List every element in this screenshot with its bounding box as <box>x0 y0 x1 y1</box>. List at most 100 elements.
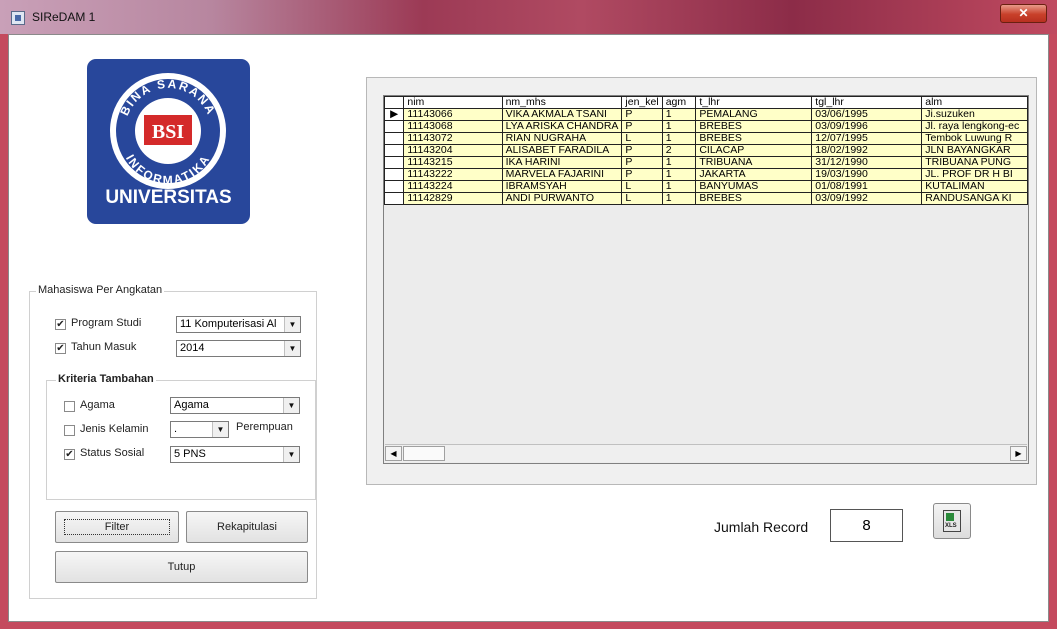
table-cell[interactable]: 12/07/1995 <box>811 132 923 145</box>
table-cell[interactable]: Tembok Luwung R <box>921 132 1028 145</box>
table-cell[interactable]: Ji.suzuken <box>921 108 1028 121</box>
table-cell[interactable]: ALISABET FARADILA <box>501 144 623 157</box>
agama-select[interactable]: Agama ▼ <box>170 397 300 414</box>
column-header-tgl-lhr[interactable]: tgl_lhr <box>811 96 923 109</box>
status-sosial-select[interactable]: 5 PNS ▼ <box>170 446 300 463</box>
table-cell[interactable]: 1 <box>661 180 697 193</box>
column-header-alm[interactable]: alm <box>921 96 1028 109</box>
table-cell[interactable]: BREBES <box>695 120 813 133</box>
column-header-agm[interactable]: agm <box>661 96 697 109</box>
table-cell[interactable]: JLN BAYANGKAR <box>921 144 1028 157</box>
table-cell[interactable]: PEMALANG <box>695 108 813 121</box>
jenis-kelamin-select[interactable]: . ▼ <box>170 421 229 438</box>
table-cell[interactable]: 03/09/1996 <box>811 120 923 133</box>
table-row[interactable]: 11143072 RIAN NUGRAHA L 1 BREBES 12/07/1995 Te… <box>384 132 1028 145</box>
chevron-down-icon[interactable]: ▼ <box>212 422 228 437</box>
chevron-down-icon[interactable]: ▼ <box>283 398 299 413</box>
table-cell[interactable]: JAKARTA <box>695 168 813 181</box>
table-row[interactable]: 11143204 ALISABET FARADILA P 2 CILACAP 18/02/… <box>384 144 1028 157</box>
table-cell[interactable]: KUTALIMAN <box>921 180 1028 193</box>
table-cell[interactable]: 11143068 <box>403 120 503 133</box>
table-cell[interactable]: 31/12/1990 <box>811 156 923 169</box>
table-cell[interactable]: 11143215 <box>403 156 503 169</box>
row-selector[interactable] <box>384 144 405 157</box>
close-button[interactable]: ✕ <box>1000 4 1047 23</box>
table-cell[interactable]: 18/02/1992 <box>811 144 923 157</box>
scrollbar-thumb[interactable] <box>403 446 445 461</box>
table-cell[interactable]: JL. PROF DR H BI <box>921 168 1028 181</box>
table-cell[interactable]: 11143224 <box>403 180 503 193</box>
table-cell[interactable]: 1 <box>661 192 697 205</box>
table-cell[interactable]: 11143066 <box>403 108 503 121</box>
horizontal-scrollbar[interactable]: ◀ ▶ <box>385 444 1027 462</box>
scroll-right-icon[interactable]: ▶ <box>1010 446 1027 461</box>
table-cell[interactable]: VIKA AKMALA TSANI <box>501 108 623 121</box>
table-row[interactable]: 11143068 LYA ARISKA CHANDRA P 1 BREBES 03/09/… <box>384 120 1028 133</box>
table-cell[interactable]: BREBES <box>695 192 813 205</box>
scroll-left-icon[interactable]: ◀ <box>385 446 402 461</box>
table-cell[interactable]: L <box>621 180 663 193</box>
chevron-down-icon[interactable]: ▼ <box>284 341 300 356</box>
table-cell[interactable]: 01/08/1991 <box>811 180 923 193</box>
table-cell[interactable]: MARVELA FAJARINI <box>501 168 623 181</box>
table-row[interactable]: 11143224 IBRAMSYAH L 1 BANYUMAS 01/08/1991 KUT… <box>384 180 1028 193</box>
column-header-nm-mhs[interactable]: nm_mhs <box>501 96 623 109</box>
table-cell[interactable]: L <box>621 192 663 205</box>
table-cell[interactable]: P <box>621 108 663 121</box>
table-cell[interactable]: 11143072 <box>403 132 503 145</box>
table-cell[interactable]: P <box>621 120 663 133</box>
row-selector[interactable] <box>384 132 405 145</box>
row-selector[interactable] <box>384 120 405 133</box>
table-row[interactable]: 11142829 ANDI PURWANTO L 1 BREBES 03/09/1992 R… <box>384 192 1028 205</box>
table-cell[interactable]: 1 <box>661 108 697 121</box>
row-selector[interactable] <box>384 192 405 205</box>
rekapitulasi-button[interactable]: Rekapitulasi <box>186 511 308 543</box>
record-count-field[interactable]: 8 <box>830 509 903 542</box>
tutup-button[interactable]: Tutup <box>55 551 308 583</box>
row-selector[interactable]: ▶ <box>384 108 405 121</box>
tahun-masuk-select[interactable]: 2014 ▼ <box>176 340 301 357</box>
table-cell[interactable]: P <box>621 156 663 169</box>
table-cell[interactable]: 1 <box>661 132 697 145</box>
column-header-nim[interactable]: nim <box>403 96 503 109</box>
chevron-down-icon[interactable]: ▼ <box>284 317 300 332</box>
table-cell[interactable]: Jl. raya lengkong-ec <box>921 120 1028 133</box>
table-cell[interactable]: P <box>621 144 663 157</box>
table-row[interactable]: 11143222 MARVELA FAJARINI P 1 JAKARTA 19/03/1… <box>384 168 1028 181</box>
table-row[interactable]: 11143215 IKA HARINI P 1 TRIBUANA 31/12/1990 TR… <box>384 156 1028 169</box>
agama-checkbox[interactable] <box>64 401 75 412</box>
table-cell[interactable]: BREBES <box>695 132 813 145</box>
row-selector[interactable] <box>384 168 405 181</box>
table-row[interactable]: ▶ 11143066 VIKA AKMALA TSANI P 1 PEMALANG 03/0… <box>384 108 1028 121</box>
table-cell[interactable]: 11142829 <box>403 192 503 205</box>
chevron-down-icon[interactable]: ▼ <box>283 447 299 462</box>
table-cell[interactable]: 1 <box>661 168 697 181</box>
filter-button[interactable]: Filter <box>55 511 179 543</box>
table-cell[interactable]: IKA HARINI <box>501 156 623 169</box>
table-cell[interactable]: RANDUSANGA KI <box>921 192 1028 205</box>
column-header-jen-kel[interactable]: jen_kel <box>621 96 663 109</box>
jenis-kelamin-checkbox[interactable] <box>64 425 75 436</box>
table-cell[interactable]: BANYUMAS <box>695 180 813 193</box>
table-cell[interactable]: TRIBUANA PUNG <box>921 156 1028 169</box>
program-studi-checkbox[interactable]: ✔ <box>55 319 66 330</box>
program-studi-select[interactable]: 11 Komputerisasi Al ▼ <box>176 316 301 333</box>
table-cell[interactable]: 19/03/1990 <box>811 168 923 181</box>
table-cell[interactable]: 03/09/1992 <box>811 192 923 205</box>
status-sosial-checkbox[interactable]: ✔ <box>64 449 75 460</box>
table-cell[interactable]: 03/06/1995 <box>811 108 923 121</box>
column-header-t-lhr[interactable]: t_lhr <box>695 96 813 109</box>
table-cell[interactable]: CILACAP <box>695 144 813 157</box>
table-cell[interactable]: LYA ARISKA CHANDRA <box>501 120 623 133</box>
table-cell[interactable]: ANDI PURWANTO <box>501 192 623 205</box>
data-grid[interactable]: nim nm_mhs jen_kel agm t_lhr tgl_lhr alm ▶ 1114… <box>383 95 1029 464</box>
table-cell[interactable]: 1 <box>661 120 697 133</box>
row-selector[interactable] <box>384 180 405 193</box>
table-cell[interactable]: 2 <box>661 144 697 157</box>
export-excel-button[interactable]: XLS <box>933 503 971 539</box>
row-selector[interactable] <box>384 156 405 169</box>
table-cell[interactable]: RIAN NUGRAHA <box>501 132 623 145</box>
data-table[interactable]: nim nm_mhs jen_kel agm t_lhr tgl_lhr alm ▶ 1114… <box>384 96 1028 205</box>
table-cell[interactable]: TRIBUANA <box>695 156 813 169</box>
table-cell[interactable]: P <box>621 168 663 181</box>
